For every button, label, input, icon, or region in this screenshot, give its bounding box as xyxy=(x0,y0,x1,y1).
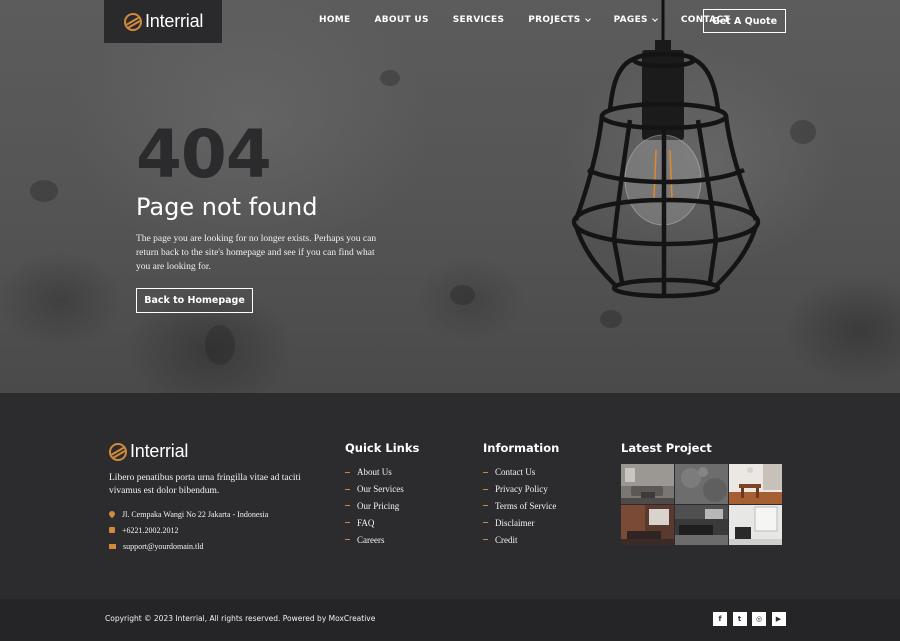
page-title: Page not found xyxy=(136,193,318,221)
contact-phone[interactable]: +6221.2002.2012 xyxy=(109,522,268,538)
latest-project-gallery xyxy=(621,464,782,545)
contact-address: Jl. Cempaka Wangi No 22 Jakarta - Indone… xyxy=(107,506,269,522)
link-label: Credit xyxy=(495,534,518,545)
link-terms-of-service[interactable]: Terms of Service xyxy=(483,498,556,515)
nav-label: SERVICES xyxy=(452,15,505,25)
dash-bullet xyxy=(345,488,350,490)
map-pin-icon xyxy=(107,509,117,519)
link-contact-us[interactable]: Contact Us xyxy=(483,464,556,481)
nav-item-projects[interactable]: PROJECTS xyxy=(528,15,591,25)
wall-texture-spot xyxy=(790,120,816,144)
nav-label: HOME xyxy=(319,15,351,25)
wall-texture-spot xyxy=(380,70,400,86)
link-our-pricing[interactable]: Our Pricing xyxy=(345,498,404,515)
quick-links-title: Quick Links xyxy=(345,441,420,455)
dash-bullet xyxy=(345,471,350,473)
dining-room-thumbnail[interactable] xyxy=(729,464,782,504)
link-disclaimer[interactable]: Disclaimer xyxy=(483,514,556,531)
social-links: f t ◎ ▶ xyxy=(713,612,791,626)
nav-item-services[interactable]: SERVICES xyxy=(453,15,505,25)
link-label: Disclaimer xyxy=(495,517,535,528)
information-list: Contact Us Privacy Policy Terms of Servi… xyxy=(483,464,556,548)
dash-bullet xyxy=(483,539,488,541)
nav-label: PROJECTS xyxy=(528,15,581,25)
footer-about-text: Libero penatibus porta urna fringilla vi… xyxy=(109,473,301,496)
get-a-quote-button[interactable]: Get A Quote xyxy=(703,9,786,33)
quick-links-list: About Us Our Services Our Pricing FAQ Ca… xyxy=(345,464,404,548)
error-code: 404 xyxy=(136,116,272,193)
link-label: About Us xyxy=(357,467,392,478)
nav-item-about-us[interactable]: ABOUT US xyxy=(375,15,429,25)
dash-bullet xyxy=(345,539,350,541)
brand-name: Interrial xyxy=(130,441,189,461)
youtube-icon[interactable]: ▶ xyxy=(771,612,786,626)
link-label: Terms of Service xyxy=(495,500,557,511)
link-about-us[interactable]: About Us xyxy=(345,464,404,481)
dash-bullet xyxy=(483,471,488,473)
latest-project-title: Latest Project xyxy=(621,441,712,455)
main-navigation: HOME ABOUT US SERVICES PROJECTS PAGES CO… xyxy=(319,15,730,25)
copyright-text: Copyright © 2023 Interrial, All rights r… xyxy=(105,614,376,623)
facebook-icon[interactable]: f xyxy=(713,612,727,626)
link-privacy-policy[interactable]: Privacy Policy xyxy=(483,481,556,498)
contact-text: +6221.2002.2012 xyxy=(122,525,179,535)
link-credit[interactable]: Credit xyxy=(483,531,556,548)
link-our-services[interactable]: Our Services xyxy=(345,481,404,498)
interrial-logo-icon xyxy=(109,442,127,461)
wall-texture-spot xyxy=(30,180,58,202)
contact-text: support@yourdomain.tld xyxy=(123,541,204,551)
living-room-thumbnail[interactable] xyxy=(621,464,674,504)
link-label: Our Services xyxy=(357,484,404,495)
contact-text: Jl. Cempaka Wangi No 22 Jakarta - Indone… xyxy=(122,509,269,519)
twitter-icon[interactable]: t xyxy=(732,612,747,626)
link-label: Privacy Policy xyxy=(495,484,548,495)
brand-name: Interrial xyxy=(145,11,204,31)
wall-texture-spot xyxy=(450,285,475,305)
back-to-homepage-button[interactable]: Back to Homepage xyxy=(136,288,253,313)
link-label: Contact Us xyxy=(495,467,536,478)
error-description: The page you are looking for no longer e… xyxy=(136,234,377,272)
dash-bullet xyxy=(345,522,350,524)
link-label: FAQ xyxy=(357,517,375,528)
mail-icon xyxy=(109,543,116,549)
instagram-icon[interactable]: ◎ xyxy=(752,612,766,626)
phone-icon xyxy=(109,527,115,533)
wall-texture-spot xyxy=(205,325,235,365)
white-room-thumbnail[interactable] xyxy=(729,505,782,545)
nav-label: PAGES xyxy=(613,15,648,25)
link-careers[interactable]: Careers xyxy=(345,531,404,548)
nav-label: ABOUT US xyxy=(374,15,429,25)
contact-list: Jl. Cempaka Wangi No 22 Jakarta - Indone… xyxy=(107,506,269,554)
chevron-down-icon xyxy=(652,15,658,22)
header-logo-box[interactable]: Interrial xyxy=(104,0,222,43)
kitchen-thumbnail[interactable] xyxy=(675,505,728,545)
hero-section xyxy=(0,0,900,393)
dash-bullet xyxy=(345,505,350,507)
brick-interior-thumbnail[interactable] xyxy=(621,505,674,545)
contact-email[interactable]: support@yourdomain.tld xyxy=(109,538,268,554)
link-faq[interactable]: FAQ xyxy=(345,514,404,531)
wall-texture-spot xyxy=(600,310,622,328)
dash-bullet xyxy=(483,488,488,490)
link-label: Careers xyxy=(357,534,385,545)
chevron-down-icon xyxy=(584,15,591,22)
nav-item-home[interactable]: HOME xyxy=(319,15,351,25)
dash-bullet xyxy=(483,522,488,524)
footer-brand-logo[interactable]: Interrial xyxy=(109,441,188,462)
concrete-wall-thumbnail[interactable] xyxy=(675,464,728,504)
link-label: Our Pricing xyxy=(357,500,400,511)
information-title: Information xyxy=(483,441,560,455)
brand-logo[interactable]: Interrial xyxy=(124,11,203,32)
dash-bullet xyxy=(483,505,488,507)
interrial-logo-icon xyxy=(124,12,142,31)
pendant-lamp-illustration xyxy=(571,0,761,299)
nav-item-pages[interactable]: PAGES xyxy=(613,15,658,25)
